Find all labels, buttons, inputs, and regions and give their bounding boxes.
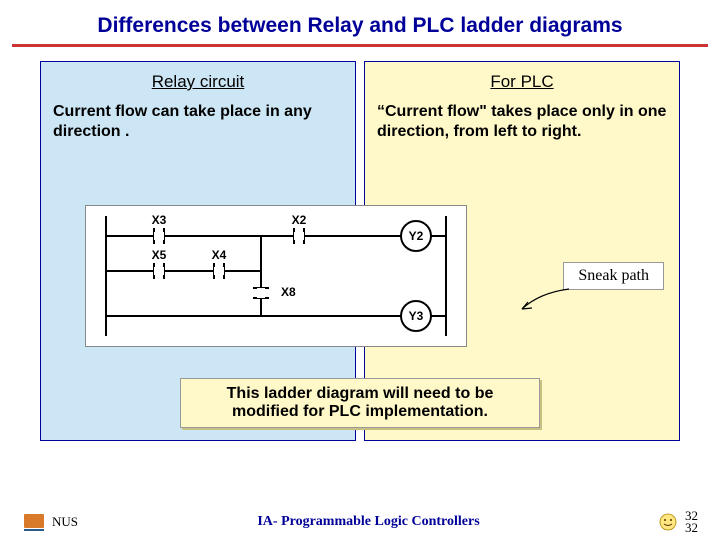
coil-y2: Y2 <box>409 229 424 243</box>
panel-plc-heading: For PLC <box>377 72 667 92</box>
panel-plc-body: “Current flow" takes place only in one d… <box>377 102 667 142</box>
footer: NUS IA- Programmable Logic Controllers 3… <box>0 510 720 534</box>
slide-title: Differences between Relay and PLC ladder… <box>0 0 720 44</box>
modification-note-text: This ladder diagram will need to be modi… <box>227 385 494 420</box>
contact-x3: X3 <box>152 213 167 227</box>
coil-y3: Y3 <box>409 309 424 323</box>
sneak-path-label: Sneak path <box>563 262 664 290</box>
panel-relay-heading: Relay circuit <box>53 72 343 92</box>
sneak-path-text: Sneak path <box>578 267 649 284</box>
nus-logo-icon <box>22 510 46 534</box>
ladder-diagram: X3 X2 Y2 X5 X4 X8 Y3 <box>85 205 467 347</box>
footer-org: NUS <box>52 514 78 530</box>
modification-note: This ladder diagram will need to be modi… <box>180 378 540 428</box>
page-number: 32 32 <box>685 510 698 533</box>
panel-relay-body: Current flow can take place in any direc… <box>53 102 343 142</box>
sneak-arrow-icon <box>514 287 574 317</box>
title-underline <box>12 44 708 47</box>
contact-x8: X8 <box>281 285 296 299</box>
page-num-b: 32 <box>685 522 698 534</box>
footer-center: IA- Programmable Logic Controllers <box>78 514 659 530</box>
contact-x2: X2 <box>292 213 307 227</box>
contact-x4: X4 <box>212 248 227 262</box>
contact-x5: X5 <box>152 248 167 262</box>
smiley-icon <box>659 513 677 531</box>
